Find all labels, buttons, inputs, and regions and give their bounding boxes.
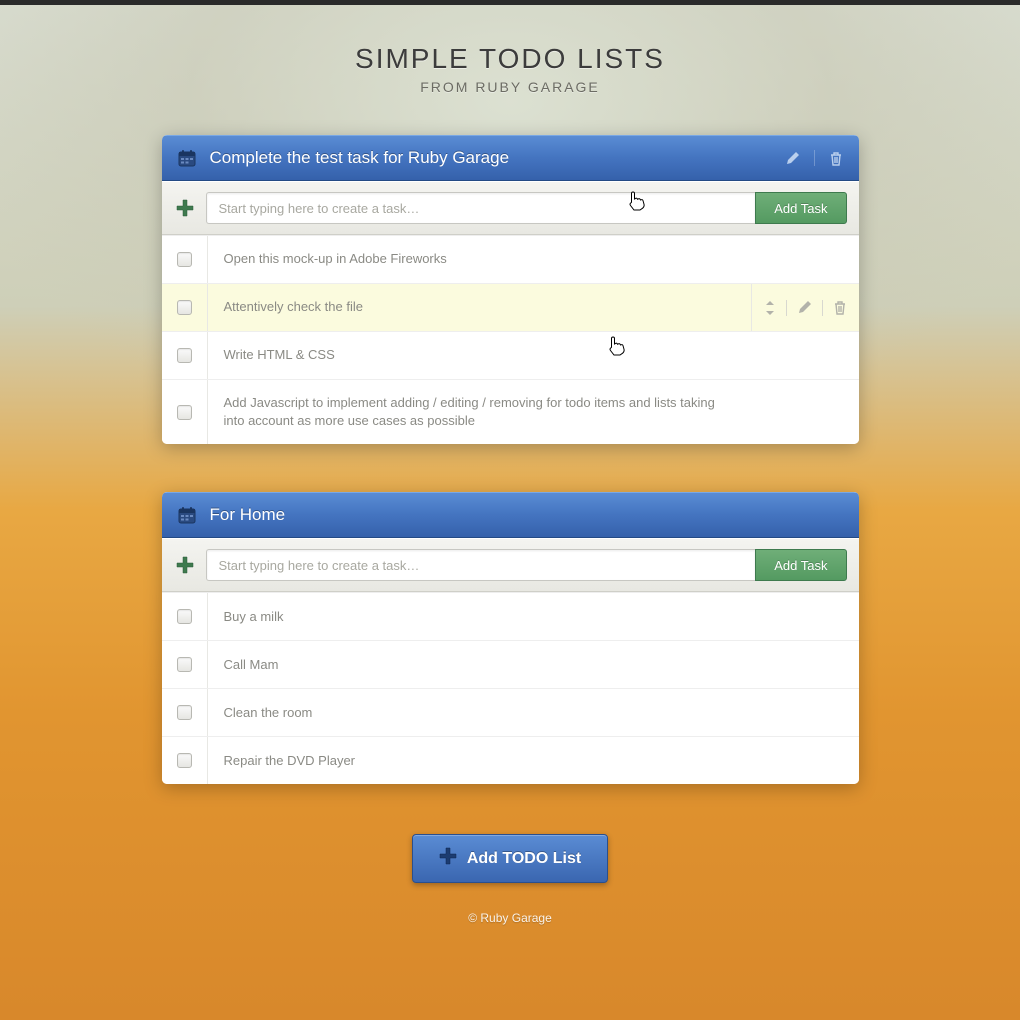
task-checkbox[interactable]	[177, 300, 192, 315]
task-row: Clean the room	[162, 688, 859, 736]
task-text: Clean the room	[208, 690, 751, 736]
delete-list-button[interactable]	[829, 151, 843, 166]
task-checkbox-cell	[162, 332, 208, 379]
new-task-input[interactable]	[206, 192, 756, 224]
todo-list: For HomeAdd TaskBuy a milkCall MamClean …	[162, 492, 859, 784]
task-text: Add Javascript to implement adding / edi…	[208, 380, 751, 444]
task-text: Repair the DVD Player	[208, 738, 751, 784]
task-row: Call Mam	[162, 640, 859, 688]
add-todo-list-label: Add TODO List	[467, 850, 581, 868]
add-task-row: Add Task	[162, 181, 859, 235]
list-title: For Home	[210, 505, 785, 525]
delete-task-button[interactable]	[833, 300, 847, 315]
list-header: Complete the test task for Ruby Garage	[162, 135, 859, 181]
plus-icon	[439, 847, 457, 870]
task-checkbox-cell	[162, 380, 208, 444]
task-checkbox-cell	[162, 737, 208, 784]
page-title: SIMPLE TODO LISTS	[0, 43, 1020, 75]
footer-copyright: © Ruby Garage	[0, 911, 1020, 925]
calendar-icon	[178, 505, 198, 525]
task-checkbox[interactable]	[177, 609, 192, 624]
plus-icon	[174, 197, 196, 219]
task-list: Buy a milkCall MamClean the roomRepair t…	[162, 592, 859, 784]
task-row: Add Javascript to implement adding / edi…	[162, 379, 859, 444]
edit-list-button[interactable]	[785, 151, 800, 166]
task-list: Open this mock-up in Adobe FireworksAtte…	[162, 235, 859, 444]
task-checkbox-cell	[162, 641, 208, 688]
task-checkbox[interactable]	[177, 705, 192, 720]
task-checkbox-cell	[162, 284, 208, 331]
task-row: Repair the DVD Player	[162, 736, 859, 784]
task-text: Write HTML & CSS	[208, 332, 751, 378]
task-checkbox-cell	[162, 593, 208, 640]
plus-icon	[174, 554, 196, 576]
task-checkbox[interactable]	[177, 252, 192, 267]
task-row: Write HTML & CSS	[162, 331, 859, 379]
task-checkbox[interactable]	[177, 753, 192, 768]
task-row: Open this mock-up in Adobe Fireworks	[162, 235, 859, 283]
add-task-button[interactable]: Add Task	[755, 549, 846, 581]
task-text: Attentively check the file	[208, 284, 751, 330]
task-text: Buy a milk	[208, 594, 751, 640]
page-subtitle: FROM RUBY GARAGE	[0, 79, 1020, 95]
calendar-icon	[178, 148, 198, 168]
task-row: Attentively check the file	[162, 283, 859, 331]
task-row: Buy a milk	[162, 592, 859, 640]
todo-list: Complete the test task for Ruby Garage Ad…	[162, 135, 859, 444]
task-checkbox-cell	[162, 236, 208, 283]
edit-task-button[interactable]	[797, 300, 812, 315]
add-task-button[interactable]: Add Task	[755, 192, 846, 224]
task-actions	[751, 284, 859, 331]
task-checkbox-cell	[162, 689, 208, 736]
task-checkbox[interactable]	[177, 657, 192, 672]
task-checkbox[interactable]	[177, 405, 192, 420]
task-checkbox[interactable]	[177, 348, 192, 363]
new-task-input[interactable]	[206, 549, 756, 581]
reorder-task-button[interactable]	[764, 301, 776, 315]
page-header: SIMPLE TODO LISTS FROM RUBY GARAGE	[0, 5, 1020, 95]
add-todo-list-button[interactable]: Add TODO List	[412, 834, 608, 883]
task-text: Call Mam	[208, 642, 751, 688]
task-text: Open this mock-up in Adobe Fireworks	[208, 236, 751, 282]
list-header: For Home	[162, 492, 859, 538]
list-title: Complete the test task for Ruby Garage	[210, 148, 785, 168]
add-task-row: Add Task	[162, 538, 859, 592]
list-header-actions	[785, 150, 843, 166]
